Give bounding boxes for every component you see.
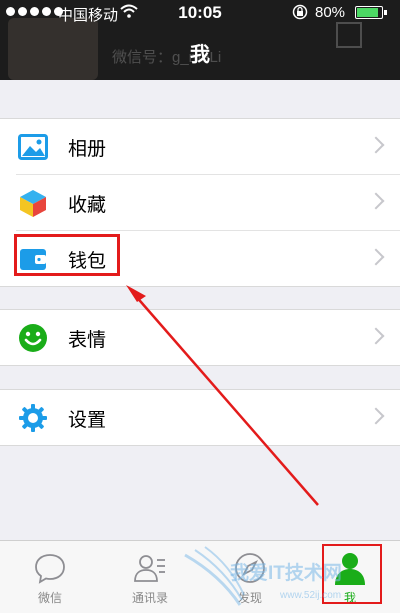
menu-group-stickers: 表情	[0, 309, 400, 366]
photo-album-icon	[18, 134, 48, 160]
watermark-url: www.52ij.com	[280, 590, 342, 601]
chevron-right-icon	[367, 248, 385, 266]
chevron-right-icon	[367, 136, 385, 154]
tab-label: 通讯录	[131, 591, 168, 605]
watermark-text: 我爱IT技术网	[230, 563, 342, 584]
menu-item-album[interactable]: 相册	[0, 119, 400, 174]
battery-icon	[355, 6, 383, 19]
smiley-icon	[19, 324, 47, 352]
menu-item-label: 相册	[68, 139, 107, 160]
annotation-arrow	[126, 285, 319, 506]
battery-tip	[384, 10, 387, 15]
menu-item-label: 收藏	[68, 195, 107, 216]
tab-chats[interactable]: 微信	[0, 541, 100, 613]
chat-bubble-icon	[35, 554, 65, 584]
menu-item-settings[interactable]: 设置	[0, 390, 400, 445]
favorites-cube-icon	[20, 190, 46, 217]
chevron-right-icon	[367, 407, 385, 425]
status-bar: 中国移动 10:05 80%	[0, 0, 400, 26]
chevron-right-icon	[367, 192, 385, 210]
top-bar: 微信号：g_meLi 中国移动 10:05 80% 我	[0, 0, 400, 80]
contacts-icon	[134, 555, 165, 582]
tab-contacts[interactable]: 通讯录	[100, 541, 200, 613]
menu-item-label: 设置	[68, 410, 107, 431]
rotation-lock-icon	[292, 4, 308, 20]
menu-item-favorites[interactable]: 收藏	[16, 174, 400, 230]
menu-item-label: 表情	[68, 330, 107, 351]
chevron-right-icon	[367, 327, 385, 345]
tab-label: 微信	[37, 591, 62, 605]
page-title: 我	[190, 44, 210, 66]
wallet-highlight-box	[14, 234, 120, 276]
menu-item-stickers[interactable]: 表情	[0, 310, 400, 365]
battery-percentage: 80%	[315, 4, 346, 21]
menu-group-settings: 设置	[0, 389, 400, 446]
gear-icon	[19, 404, 47, 432]
